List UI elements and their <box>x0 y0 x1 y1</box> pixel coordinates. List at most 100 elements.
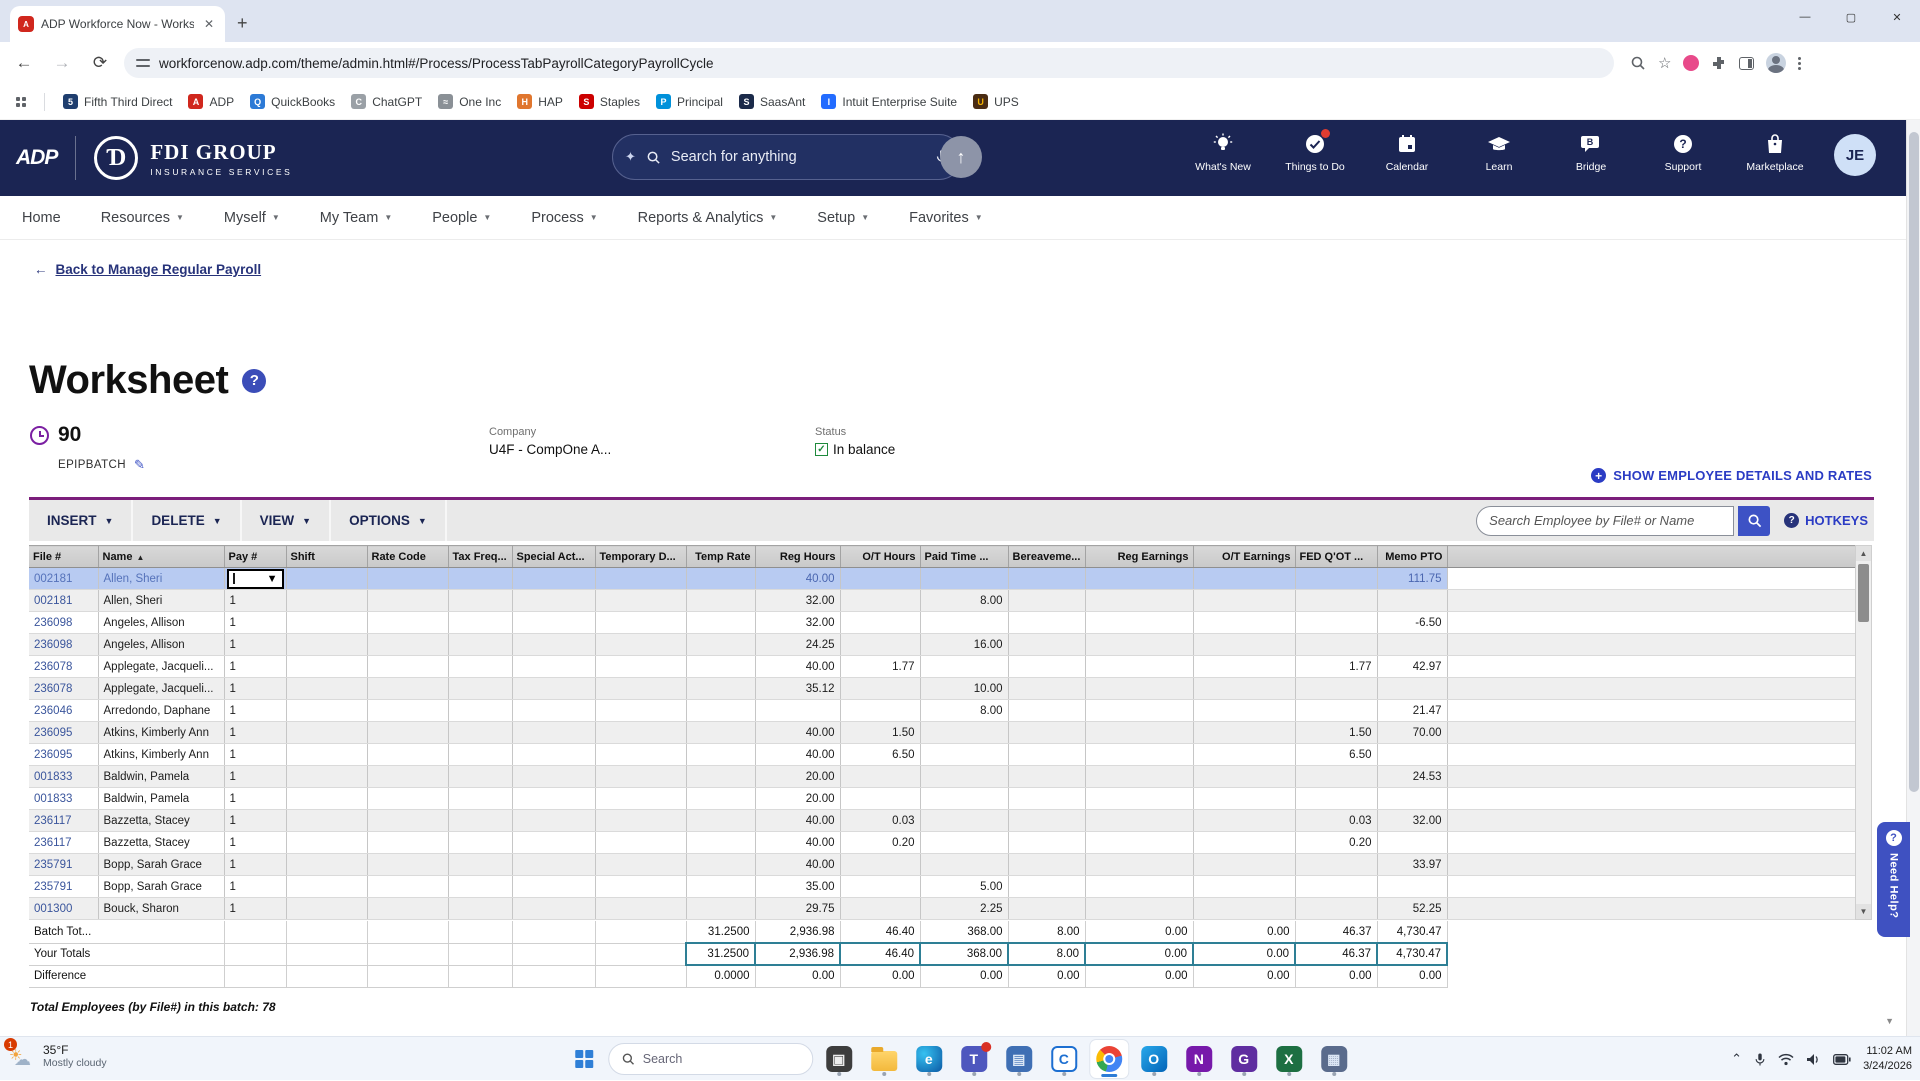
column-header-paid_time[interactable]: Paid Time ... <box>920 545 1009 568</box>
table-cell[interactable] <box>448 655 513 678</box>
table-cell[interactable] <box>1008 809 1086 832</box>
adp-logo[interactable]: ADP <box>16 146 58 170</box>
table-cell[interactable]: 24.25 <box>755 633 841 656</box>
table-cell[interactable]: -6.50 <box>1377 611 1448 634</box>
table-cell[interactable] <box>512 831 596 854</box>
table-cell[interactable] <box>1085 655 1194 678</box>
table-cell[interactable] <box>595 853 687 876</box>
table-cell[interactable]: 1 <box>224 699 287 722</box>
bookmark-item[interactable]: I Intuit Enterprise Suite <box>813 91 965 112</box>
apps-grid-icon[interactable] <box>16 96 26 107</box>
table-cell[interactable]: 0.20 <box>840 831 921 854</box>
table-cell[interactable] <box>1008 787 1086 810</box>
table-cell[interactable] <box>367 809 449 832</box>
battery-icon[interactable] <box>1833 1053 1851 1065</box>
bookmark-item[interactable]: 5 Fifth Third Direct <box>55 91 180 112</box>
task-view-icon[interactable]: ▣ <box>820 1040 858 1078</box>
file-link[interactable]: 236095 <box>29 743 99 766</box>
table-cell[interactable] <box>367 633 449 656</box>
table-cell[interactable]: ▼ <box>224 567 287 590</box>
table-cell[interactable]: 1.77 <box>1295 655 1378 678</box>
table-cell[interactable]: 1 <box>224 721 287 744</box>
table-cell[interactable] <box>512 655 596 678</box>
table-cell[interactable] <box>448 567 513 590</box>
table-cell[interactable] <box>1295 875 1378 898</box>
table-cell[interactable] <box>1295 633 1378 656</box>
table-cell[interactable] <box>1085 721 1194 744</box>
column-header-special[interactable]: Special Act... <box>512 545 596 568</box>
table-cell[interactable]: 16.00 <box>920 633 1009 656</box>
file-link[interactable]: 236046 <box>29 699 99 722</box>
nav-item-my-team[interactable]: My Team ▼ <box>320 210 392 226</box>
table-cell[interactable] <box>920 809 1009 832</box>
table-cell[interactable] <box>448 721 513 744</box>
file-link[interactable]: 236098 <box>29 611 99 634</box>
table-cell[interactable]: 20.00 <box>755 765 841 788</box>
table-cell[interactable] <box>1008 853 1086 876</box>
table-cell[interactable] <box>686 809 756 832</box>
table-cell[interactable] <box>1295 853 1378 876</box>
table-cell[interactable] <box>1085 567 1194 590</box>
table-cell[interactable]: 1 <box>224 633 287 656</box>
table-cell[interactable]: 40.00 <box>755 567 841 590</box>
table-cell[interactable] <box>1085 589 1194 612</box>
table-cell[interactable] <box>448 853 513 876</box>
table-cell[interactable]: 1 <box>224 655 287 678</box>
table-cell[interactable]: 24.53 <box>1377 765 1448 788</box>
browser-tab[interactable]: A ADP Workforce Now - Workshe ✕ <box>10 6 225 42</box>
grid-scrollbar[interactable]: ▲ ▼ <box>1855 545 1872 920</box>
nav-item-favorites[interactable]: Favorites ▼ <box>909 210 983 226</box>
table-cell[interactable] <box>686 875 756 898</box>
table-cell[interactable]: 32.00 <box>1377 809 1448 832</box>
table-cell[interactable] <box>286 655 368 678</box>
table-cell[interactable] <box>1008 655 1086 678</box>
table-cell[interactable]: 40.00 <box>755 743 841 766</box>
table-cell[interactable] <box>286 787 368 810</box>
table-cell[interactable] <box>367 721 449 744</box>
table-cell[interactable]: Bazzetta, Stacey <box>98 831 225 854</box>
nav-item-reports-analytics[interactable]: Reports & Analytics ▼ <box>638 210 778 226</box>
bookmark-item[interactable]: A ADP <box>180 91 242 112</box>
table-cell[interactable] <box>512 589 596 612</box>
table-cell[interactable] <box>1193 699 1296 722</box>
browser-menu-icon[interactable] <box>1798 56 1802 70</box>
user-avatar[interactable]: JE <box>1834 134 1876 176</box>
nav-item-home[interactable]: Home <box>22 210 61 226</box>
table-cell[interactable] <box>595 655 687 678</box>
table-cell[interactable]: Arredondo, Daphane <box>98 699 225 722</box>
table-cell[interactable] <box>595 589 687 612</box>
compupay-icon[interactable]: C <box>1045 1040 1083 1078</box>
table-cell[interactable] <box>1295 567 1378 590</box>
table-cell[interactable]: 40.00 <box>755 853 841 876</box>
table-cell[interactable]: 8.00 <box>920 589 1009 612</box>
table-cell[interactable]: 0.03 <box>840 809 921 832</box>
table-cell[interactable] <box>367 765 449 788</box>
table-cell[interactable]: 1 <box>224 765 287 788</box>
table-cell[interactable] <box>286 677 368 700</box>
table-cell[interactable] <box>920 765 1009 788</box>
column-header-reg_earn[interactable]: Reg Earnings <box>1085 545 1194 568</box>
employee-search-input[interactable] <box>1476 505 1735 536</box>
file-link[interactable]: 001833 <box>29 765 99 788</box>
table-cell[interactable] <box>686 589 756 612</box>
table-cell[interactable] <box>755 699 841 722</box>
edit-batch-icon[interactable]: ✎ <box>134 457 145 473</box>
table-cell[interactable] <box>920 853 1009 876</box>
table-cell[interactable] <box>840 765 921 788</box>
table-cell[interactable] <box>1193 567 1296 590</box>
table-cell[interactable] <box>448 831 513 854</box>
table-cell[interactable] <box>840 699 921 722</box>
table-cell[interactable] <box>1377 787 1448 810</box>
scroll-down-icon[interactable]: ▼ <box>1856 904 1871 919</box>
file-link[interactable]: 235791 <box>29 875 99 898</box>
table-cell[interactable] <box>1377 743 1448 766</box>
table-cell[interactable]: Applegate, Jacqueli... <box>98 677 225 700</box>
employee-search-button[interactable] <box>1738 505 1771 536</box>
table-cell[interactable] <box>367 611 449 634</box>
table-cell[interactable] <box>512 875 596 898</box>
column-header-name[interactable]: Name ▲ <box>98 545 225 568</box>
table-cell[interactable] <box>1193 589 1296 612</box>
calculator-icon[interactable]: ▦ <box>1315 1040 1353 1078</box>
table-cell[interactable] <box>512 787 596 810</box>
table-cell[interactable]: Bazzetta, Stacey <box>98 809 225 832</box>
